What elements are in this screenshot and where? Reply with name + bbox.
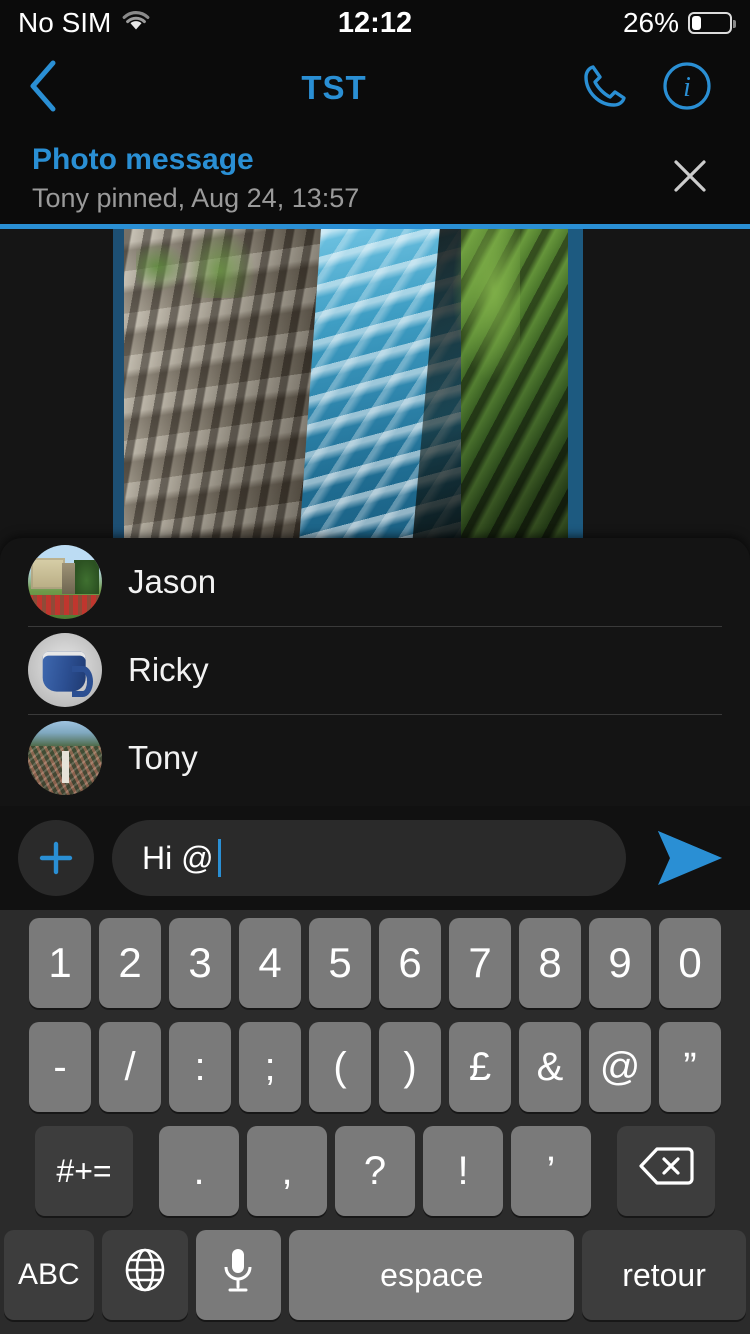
- phone-icon[interactable]: [582, 62, 628, 115]
- page-title: TST: [301, 69, 367, 106]
- battery-percent-label: 26%: [622, 7, 679, 38]
- photo-rock-bank: [124, 229, 329, 544]
- chevron-left-icon: [26, 59, 60, 118]
- back-button[interactable]: [0, 46, 86, 130]
- key-exclamation[interactable]: !: [423, 1126, 503, 1216]
- backspace-icon: [638, 1145, 694, 1197]
- photo-message[interactable]: [0, 229, 750, 544]
- selection-bar-right: [568, 229, 583, 544]
- key-question[interactable]: ?: [335, 1126, 415, 1216]
- key-colon[interactable]: :: [169, 1022, 231, 1112]
- keyboard-row-numbers: 1 2 3 4 5 6 7 8 9 0: [0, 918, 750, 1008]
- key-slash[interactable]: /: [99, 1022, 161, 1112]
- key-pound[interactable]: £: [449, 1022, 511, 1112]
- key-semicolon[interactable]: ;: [239, 1022, 301, 1112]
- microphone-icon: [220, 1246, 256, 1304]
- status-bar-right: 26%: [622, 7, 736, 39]
- key-more-symbols[interactable]: #+=: [35, 1126, 133, 1216]
- message-input-bar: Hi @: [0, 806, 750, 910]
- status-bar: No SIM 12:12 26%: [0, 0, 750, 46]
- info-circle-icon[interactable]: i: [662, 61, 712, 116]
- pinned-message-subtitle: Tony pinned, Aug 24, 13:57: [32, 182, 360, 213]
- attach-button[interactable]: [18, 820, 94, 896]
- key-return[interactable]: retour: [582, 1230, 746, 1320]
- key-3[interactable]: 3: [169, 918, 231, 1008]
- avatar: [28, 633, 102, 707]
- key-7[interactable]: 7: [449, 918, 511, 1008]
- key-8[interactable]: 8: [519, 918, 581, 1008]
- mention-item-label: Tony: [128, 739, 198, 776]
- chat-screen: No SIM 12:12 26% TST i Photo message Ton…: [0, 0, 750, 1334]
- selection-bar-left: [113, 229, 124, 544]
- key-9[interactable]: 9: [589, 918, 651, 1008]
- key-4[interactable]: 4: [239, 918, 301, 1008]
- mention-item-label: Ricky: [128, 651, 209, 688]
- key-2[interactable]: 2: [99, 918, 161, 1008]
- key-comma[interactable]: ,: [247, 1126, 327, 1216]
- mention-suggestion-panel[interactable]: Jason Ricky Tony: [0, 538, 750, 806]
- mention-item-label: Jason: [128, 563, 217, 600]
- photo-message-image[interactable]: [124, 229, 568, 544]
- key-space[interactable]: espace: [289, 1230, 575, 1320]
- pinned-message-text: Photo message Tony pinned, Aug 24, 13:57: [32, 142, 662, 215]
- pinned-message-banner[interactable]: Photo message Tony pinned, Aug 24, 13:57: [0, 130, 750, 226]
- send-icon: [658, 831, 722, 885]
- navigation-bar: TST i: [0, 46, 750, 130]
- key-dictation[interactable]: [195, 1230, 282, 1320]
- key-6[interactable]: 6: [379, 918, 441, 1008]
- key-language[interactable]: [101, 1230, 188, 1320]
- key-abc[interactable]: ABC: [4, 1230, 94, 1320]
- key-backspace[interactable]: [617, 1126, 715, 1216]
- key-hyphen[interactable]: -: [29, 1022, 91, 1112]
- key-paren-close[interactable]: ): [379, 1022, 441, 1112]
- key-paren-open[interactable]: (: [309, 1022, 371, 1112]
- on-screen-keyboard[interactable]: 1 2 3 4 5 6 7 8 9 0 - / : ; ( ) £ & @ ” …: [0, 910, 750, 1334]
- key-apostrophe[interactable]: ’: [511, 1126, 591, 1216]
- message-input[interactable]: Hi @: [112, 820, 626, 896]
- keyboard-row-symbols: - / : ; ( ) £ & @ ”: [0, 1022, 750, 1112]
- mention-item-tony[interactable]: Tony: [0, 714, 750, 802]
- message-input-value: Hi @: [142, 839, 214, 876]
- globe-icon: [122, 1247, 168, 1303]
- avatar: [28, 545, 102, 619]
- text-caret: [217, 839, 221, 877]
- mention-item-jason[interactable]: Jason: [0, 538, 750, 626]
- close-icon: [668, 154, 712, 203]
- pinned-message-title: Photo message: [32, 142, 254, 176]
- key-1[interactable]: 1: [29, 918, 91, 1008]
- battery-icon: [688, 12, 736, 34]
- key-quote[interactable]: ”: [659, 1022, 721, 1112]
- key-at[interactable]: @: [589, 1022, 651, 1112]
- photo-green-bank: [453, 229, 568, 544]
- keyboard-row-punctuation: #+= . , ? ! ’: [0, 1126, 750, 1216]
- send-button[interactable]: [648, 827, 732, 889]
- key-0[interactable]: 0: [659, 918, 721, 1008]
- svg-text:i: i: [683, 72, 691, 103]
- mention-item-ricky[interactable]: Ricky: [0, 626, 750, 714]
- close-pinned-button[interactable]: [662, 150, 718, 206]
- key-ampersand[interactable]: &: [519, 1022, 581, 1112]
- navigation-actions: i: [582, 61, 750, 116]
- keyboard-row-bottom: ABC espace retour: [0, 1230, 750, 1320]
- key-period[interactable]: .: [159, 1126, 239, 1216]
- plus-icon: [39, 841, 73, 875]
- key-5[interactable]: 5: [309, 918, 371, 1008]
- avatar: [28, 721, 102, 795]
